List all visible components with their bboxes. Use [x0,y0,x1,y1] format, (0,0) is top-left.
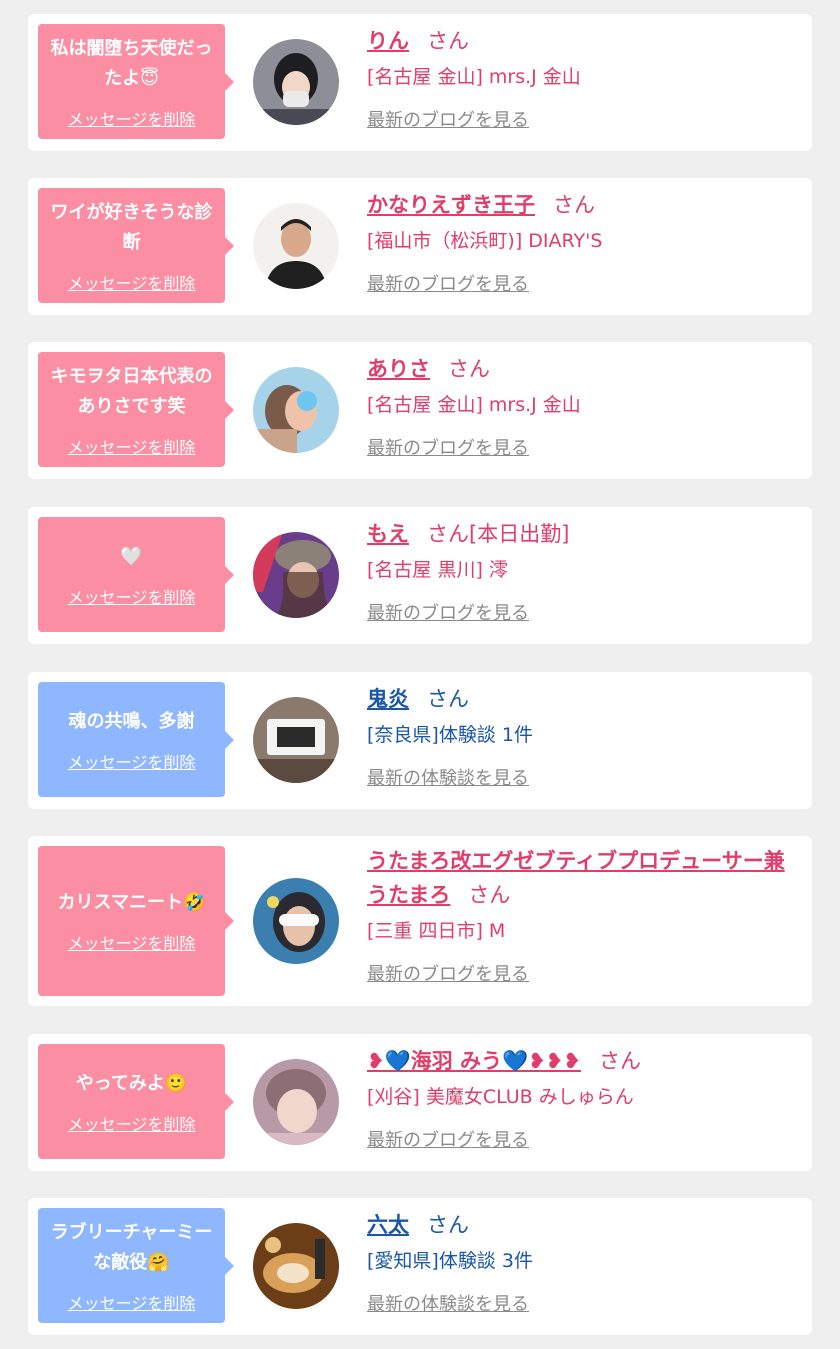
message-card: 魂の共鳴、多謝 メッセージを削除 鬼炎 さん [奈良県]体験談 1件 最新の体験談… [28,672,812,809]
avatar[interactable] [253,1223,339,1309]
shop-info: [奈良県]体験談 1件 [367,724,533,746]
avatar[interactable] [253,697,339,783]
name-line: ありさ さん [367,352,798,386]
message-card: ラブリーチャーミーな敵役🤗 メッセージを削除 六太 さん [愛知県]体験談 3件 … [28,1198,812,1335]
user-name-link[interactable]: 鬼炎 [367,687,409,711]
delete-message-link[interactable]: メッセージを削除 [68,930,196,954]
name-line: うたまろ改エグゼブティブプロデューサー兼うたまろ さん [367,844,798,912]
message-text: カリスマニート🤣 [57,892,206,913]
user-name-link[interactable]: りん [367,29,409,53]
latest-blog-link[interactable]: 最新のブログを見る [367,1126,529,1152]
honorific: さん [553,193,595,217]
latest-blog-link[interactable]: 最新のブログを見る [367,599,529,625]
message-card: やってみよ🙂 メッセージを削除 ❥💙海羽 みう💙❥❥❥ さん [刈谷] 美魔女CL… [28,1034,812,1171]
latest-blog-link[interactable]: 最新のブログを見る [367,960,529,986]
delete-message-link[interactable]: メッセージを削除 [68,434,196,458]
message-bubble: 私は闇堕ち天使だったよ😇 メッセージを削除 [38,24,234,139]
user-info: 六太 さん [愛知県]体験談 3件 最新の体験談を見る [367,1208,798,1316]
message-card: ワイが好きそうな診断 メッセージを削除 かなりえずき王子 さん [福山市（松浜町)… [28,178,812,315]
honorific: さん [427,1213,469,1237]
message-text: キモヲタ日本代表のありさです笑 [50,365,213,417]
delete-message-link[interactable]: メッセージを削除 [68,270,196,294]
latest-blog-link[interactable]: 最新のブログを見る [367,106,529,132]
message-bubble: カリスマニート🤣 メッセージを削除 [38,846,234,996]
name-line: もえ さん[本日出勤] [367,517,798,551]
latest-review-link[interactable]: 最新の体験談を見る [367,1290,529,1316]
avatar[interactable] [253,532,339,618]
shop-info: [名古屋 金山] mrs.J 金山 [367,394,581,416]
delete-message-link[interactable]: メッセージを削除 [68,749,196,773]
shop-info: [名古屋 黒川] 澪 [367,559,508,581]
shop-info: [三重 四日市] M [367,920,506,942]
user-name-link[interactable]: うたまろ改エグゼブティブプロデューサー兼うたまろ [367,849,785,907]
shop-info: [愛知県]体験談 3件 [367,1250,533,1272]
latest-blog-link[interactable]: 最新のブログを見る [367,434,529,460]
name-line: かなりえずき王子 さん [367,188,798,222]
message-card: 私は闇堕ち天使だったよ😇 メッセージを削除 りん さん [名古屋 金山] mrs.… [28,14,812,151]
message-card: キモヲタ日本代表のありさです笑 メッセージを削除 ありさ さん [名古屋 金山] … [28,342,812,479]
message-text: 魂の共鳴、多謝 [68,710,195,732]
message-card: カリスマニート🤣 メッセージを削除 うたまろ改エグゼブティブプロデューサー兼うた… [28,836,812,1006]
shop-info: [刈谷] 美魔女CLUB みしゅらん [367,1086,634,1108]
delete-message-link[interactable]: メッセージを削除 [68,106,196,130]
user-name-link[interactable]: かなりえずき王子 [367,193,535,217]
avatar[interactable] [253,203,339,289]
avatar[interactable] [253,1059,339,1145]
avatar[interactable] [253,878,339,964]
avatar[interactable] [253,39,339,125]
message-bubble: 🤍 メッセージを削除 [38,517,234,632]
user-info: もえ さん[本日出勤] [名古屋 黒川] 澪 最新のブログを見る [367,517,798,625]
message-bubble: やってみよ🙂 メッセージを削除 [38,1044,234,1159]
name-line: 六太 さん [367,1208,798,1242]
user-info: りん さん [名古屋 金山] mrs.J 金山 最新のブログを見る [367,24,798,132]
honorific: さん[本日出勤] [427,522,570,546]
message-bubble: 魂の共鳴、多謝 メッセージを削除 [38,682,234,797]
user-name-link[interactable]: もえ [367,522,409,546]
shop-info: [福山市（松浜町)] DIARY'S [367,230,603,252]
message-text: 🤍 [120,545,143,567]
user-info: 鬼炎 さん [奈良県]体験談 1件 最新の体験談を見る [367,682,798,790]
user-info: ありさ さん [名古屋 金山] mrs.J 金山 最新のブログを見る [367,352,798,460]
honorific: さん [427,687,469,711]
user-name-link[interactable]: ❥💙海羽 みう💙❥❥❥ [367,1049,581,1073]
user-name-link[interactable]: ありさ [367,357,430,381]
message-text: 私は闇堕ち天使だったよ😇 [50,37,213,89]
message-card: 🤍 メッセージを削除 もえ さん[本日出勤] [名古屋 黒川] 澪 最新のブログを… [28,507,812,644]
message-text: やってみよ🙂 [75,1072,188,1094]
latest-review-link[interactable]: 最新の体験談を見る [367,764,529,790]
user-info: かなりえずき王子 さん [福山市（松浜町)] DIARY'S 最新のブログを見る [367,188,798,296]
avatar[interactable] [253,367,339,453]
name-line: りん さん [367,24,798,58]
delete-message-link[interactable]: メッセージを削除 [68,584,196,608]
name-line: 鬼炎 さん [367,682,798,716]
user-info: ❥💙海羽 みう💙❥❥❥ さん [刈谷] 美魔女CLUB みしゅらん 最新のブログを… [367,1044,798,1152]
message-text: ラブリーチャーミーな敵役🤗 [50,1221,213,1273]
shop-info: [名古屋 金山] mrs.J 金山 [367,66,581,88]
message-bubble: ワイが好きそうな診断 メッセージを削除 [38,188,234,303]
user-info: うたまろ改エグゼブティブプロデューサー兼うたまろ さん [三重 四日市] M 最新… [367,844,798,986]
message-bubble: ラブリーチャーミーな敵役🤗 メッセージを削除 [38,1208,234,1323]
name-line: ❥💙海羽 みう💙❥❥❥ さん [367,1044,798,1078]
delete-message-link[interactable]: メッセージを削除 [68,1111,196,1135]
message-text: ワイが好きそうな診断 [50,201,213,253]
user-name-link[interactable]: 六太 [367,1213,409,1237]
honorific: さん [448,357,490,381]
delete-message-link[interactable]: メッセージを削除 [68,1290,196,1314]
message-bubble: キモヲタ日本代表のありさです笑 メッセージを削除 [38,352,234,467]
honorific: さん [468,883,511,907]
honorific: さん [599,1049,641,1073]
latest-blog-link[interactable]: 最新のブログを見る [367,270,529,296]
honorific: さん [427,29,469,53]
